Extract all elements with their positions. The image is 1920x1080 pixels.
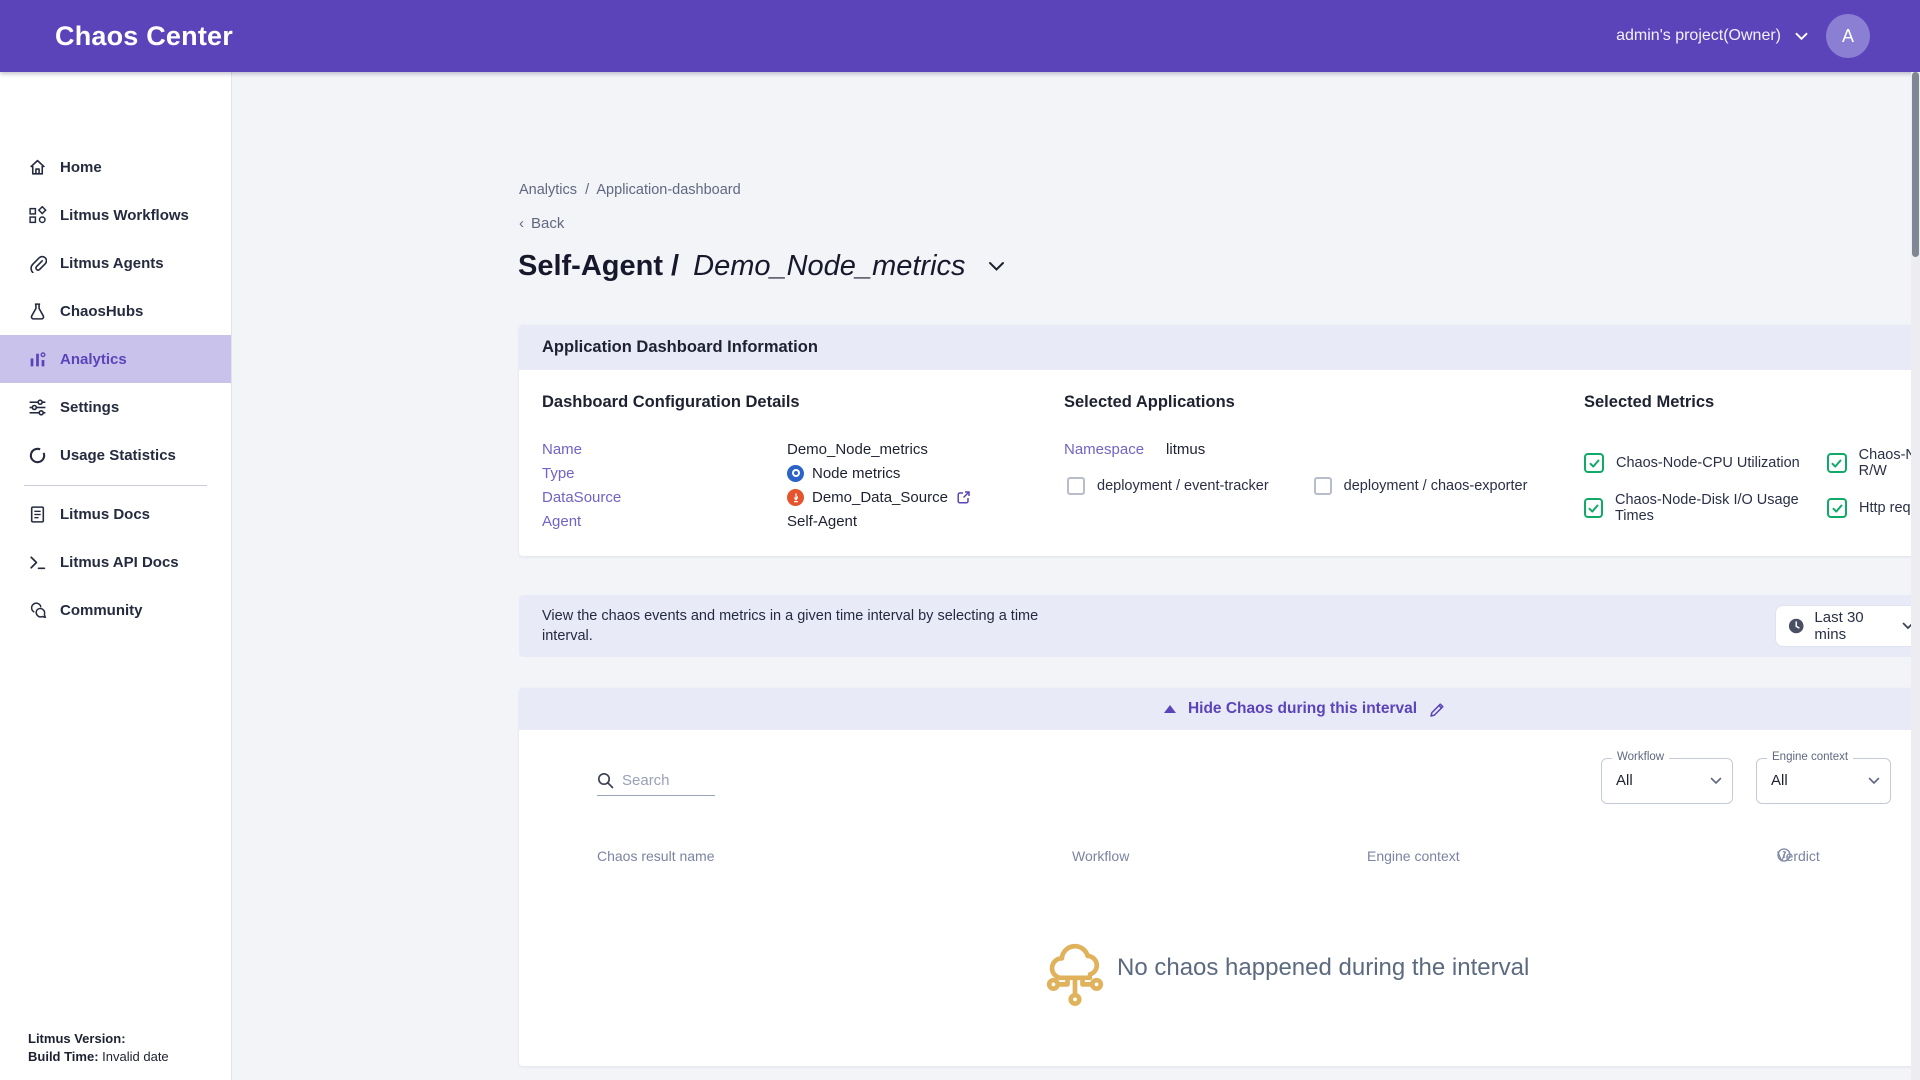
type-label: Type [542,465,787,482]
analytics-icon [28,350,47,369]
page-title: Self-Agent / Demo_Node_metrics [518,244,1005,288]
hide-chaos-toggle[interactable]: Hide Chaos during this interval [519,688,1920,730]
external-link-icon[interactable] [956,490,971,505]
sidebar-item-litmus-agents[interactable]: Litmus Agents [0,239,231,287]
checkbox-checked-icon [1584,498,1603,518]
checkbox-checked-icon [1584,453,1604,473]
breadcrumb-current[interactable]: Application-dashboard [596,182,740,198]
app-title: Chaos Center [55,21,233,52]
home-icon [28,158,47,177]
time-range-value: Last 30 mins [1814,609,1892,643]
metric-checkbox-cpu[interactable]: Chaos-Node-CPU Utilization [1584,447,1827,479]
main-content: Analytics / Application-dashboard ‹ Back… [232,72,1920,1080]
column-verdict: Verdict [1777,848,1820,864]
datasource-value: Demo_Data_Source [812,489,948,506]
sidebar-item-chaoshubs[interactable]: ChaosHubs [0,287,231,335]
datasource-label: DataSource [542,489,787,506]
name-value: Demo_Node_metrics [787,441,928,458]
flask-icon [28,302,47,321]
engine-context-filter[interactable]: Engine context All [1756,758,1891,804]
empty-state-message: No chaos happened during the interval [1117,954,1529,982]
terminal-icon [28,553,47,572]
chaos-interval-card: Hide Chaos during this interval Workflow… [519,688,1920,1066]
scrollbar-thumb[interactable] [1912,72,1919,257]
config-details: NameDemo_Node_metrics Type Node metrics … [542,437,971,533]
build-label: Build Time: [28,1049,99,1064]
namespace-value: litmus [1166,441,1205,458]
sidebar-divider [24,485,207,486]
usage-icon [28,446,47,465]
applications-heading: Selected Applications [1064,393,1235,412]
project-name: admin's project(Owner) [1616,27,1781,45]
metrics-heading: Selected Metrics [1584,393,1714,412]
app-checkbox-chaos-exporter[interactable]: deployment / chaos-exporter [1314,477,1528,495]
chat-bubbles-icon [28,601,47,620]
sidebar-item-home[interactable]: Home [0,143,231,191]
column-chaos-result-name: Chaos result name [597,848,715,864]
checkbox-unchecked-icon [1314,477,1332,495]
checkbox-checked-icon [1827,453,1847,473]
back-link[interactable]: ‹ Back [519,215,564,232]
app-header: Chaos Center admin's project(Owner) A [0,0,1920,72]
paperclip-icon [28,254,47,273]
table-header: Chaos result name Workflow Engine contex… [519,848,1920,872]
sidebar-footer: Litmus Version: Build Time: Invalid date [28,1030,169,1066]
namespace-label: Namespace [1064,441,1144,458]
cloud-network-icon [1045,935,1105,1020]
sidebar-item-analytics[interactable]: Analytics [0,335,231,383]
time-range-select[interactable]: Last 30 mins [1775,605,1920,647]
version-label: Litmus Version: [28,1031,126,1046]
metric-checkbox-disk-times[interactable]: Chaos-Node-Disk I/O Usage Times [1584,492,1827,524]
breadcrumb: Analytics / Application-dashboard [519,182,741,198]
dashboard-name: Demo_Node_metrics [693,250,965,283]
checkbox-checked-icon [1827,498,1847,518]
config-heading: Dashboard Configuration Details [542,393,800,412]
agent-value: Self-Agent [787,513,857,530]
chevron-down-icon [1795,32,1808,41]
sidebar-item-usage-statistics[interactable]: Usage Statistics [0,431,231,479]
breadcrumb-analytics[interactable]: Analytics [519,182,577,198]
sidebar-item-settings[interactable]: Settings [0,383,231,431]
agent-label: Agent [542,513,787,530]
document-icon [28,505,47,524]
avatar[interactable]: A [1826,14,1870,58]
workflows-icon [28,206,47,225]
search-field [597,766,715,796]
application-dashboard-information-card: Application Dashboard Information Dashbo… [519,325,1920,556]
column-engine-context: Engine context [1367,848,1460,864]
chevron-left-icon: ‹ [519,215,524,232]
app-checkbox-event-tracker[interactable]: deployment / event-tracker [1067,477,1269,495]
chevron-down-icon [1868,777,1880,785]
name-label: Name [542,441,787,458]
collapse-triangle-icon [1164,705,1176,713]
breadcrumb-separator: / [585,182,589,198]
sliders-icon [28,398,47,417]
sidebar: Home Litmus Workflows Litmus Agents Chao… [0,72,232,1080]
metric-checkbox-disk-rw[interactable]: Chaos-Node-Disk I/O Usage R/W [1827,447,1920,479]
checkbox-unchecked-icon [1067,477,1085,495]
sidebar-item-litmus-docs[interactable]: Litmus Docs [0,490,231,538]
title-chevron-down-icon[interactable] [988,261,1005,272]
search-icon [597,772,614,789]
sidebar-item-litmus-api-docs[interactable]: Litmus API Docs [0,538,231,586]
scrollbar[interactable] [1911,72,1920,1080]
metric-checkbox-http[interactable]: Http requests [1827,492,1920,524]
chevron-down-icon [1710,777,1722,785]
type-value: Node metrics [812,465,900,482]
column-workflow: Workflow [1072,848,1129,864]
interval-bar: View the chaos events and metrics in a g… [519,595,1920,657]
prometheus-icon [787,489,804,506]
workflow-filter[interactable]: Workflow All [1601,758,1733,804]
card-title: Application Dashboard Information [519,325,1920,370]
agent-name: Self-Agent / [518,250,679,283]
interval-description: View the chaos events and metrics in a g… [542,606,1042,646]
build-value: Invalid date [102,1049,169,1064]
clock-icon [1788,617,1804,635]
sidebar-item-community[interactable]: Community [0,586,231,634]
search-input[interactable] [622,772,712,789]
node-metrics-icon [787,465,804,482]
project-selector[interactable]: admin's project(Owner) [1616,27,1808,45]
edit-pencil-icon[interactable] [1429,701,1446,718]
sidebar-item-litmus-workflows[interactable]: Litmus Workflows [0,191,231,239]
